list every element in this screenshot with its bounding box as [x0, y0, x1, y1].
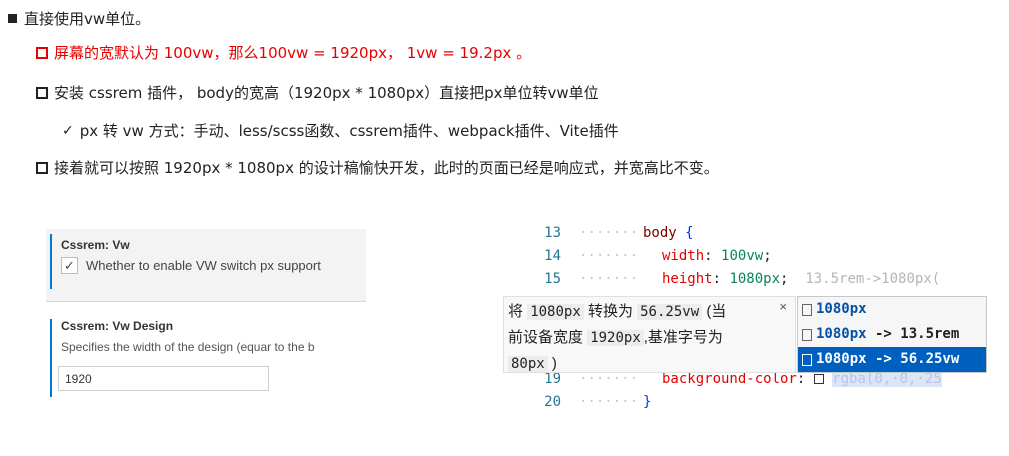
- cssrem-settings-panel: Cssrem: Vw ✓ Whether to enable VW switch…: [46, 229, 366, 401]
- bullet-2-text: 屏幕的宽默认为 100vw，那么100vw = 1920px， 1vw = 19…: [54, 44, 532, 62]
- focus-indicator-bar: [50, 234, 52, 289]
- conversion-tooltip: 将 1080px 转换为 56.25vw (当 前设备宽度 1920px ,基准字…: [503, 296, 796, 373]
- snippet-icon: [802, 303, 812, 316]
- suggestion-list[interactable]: 1080px 1080px -> 13.5rem 1080px -> 56.25…: [797, 296, 987, 373]
- css-value: 1080px: [729, 271, 781, 287]
- setting-vw-checkbox[interactable]: ✓: [61, 257, 78, 274]
- tooltip-code: 1920px: [587, 330, 644, 346]
- line-number: 13: [544, 225, 561, 241]
- suggestion-label: 1080px: [816, 351, 867, 367]
- semicolon: ;: [780, 271, 789, 287]
- tooltip-code: 80px: [508, 356, 548, 372]
- focus-indicator-bar: [50, 319, 52, 397]
- bullet-1: 直接使用vw单位。: [8, 8, 150, 29]
- tooltip-text: ,基准字号为: [643, 329, 723, 346]
- bullet-3-text: 安装 cssrem 插件， body的宽高（1920px * 1080px）直接…: [54, 84, 599, 102]
- tooltip-text: 转换为: [587, 303, 633, 320]
- hollow-square-bullet-icon: [36, 161, 48, 174]
- css-property: background-color: [662, 371, 797, 387]
- unit-icon: [802, 353, 812, 366]
- suggestion-label: 1080px: [816, 326, 867, 342]
- setting-vw-checkbox-row[interactable]: ✓ Whether to enable VW switch px support: [61, 257, 321, 274]
- css-value: rgba(0,·0,·25: [832, 371, 942, 387]
- bullet-5: 接着就可以按照 1920px * 1080px 的设计稿愉快开发，此时的页面已经…: [36, 157, 719, 178]
- unit-icon: [802, 328, 812, 341]
- setting-vw: Cssrem: Vw ✓ Whether to enable VW switch…: [46, 229, 366, 302]
- suggestion-item[interactable]: 1080px: [798, 297, 986, 322]
- close-brace: }: [643, 394, 652, 410]
- code-line-14: 14 ······· width: 100vw;: [503, 248, 987, 271]
- line-number: 14: [544, 248, 561, 264]
- colon: :: [712, 271, 722, 287]
- tooltip-code: 56.25vw: [637, 304, 703, 320]
- suggestion-label: 1080px: [816, 301, 867, 317]
- suggestion-detail: -> 13.5rem: [866, 326, 960, 342]
- filled-square-bullet-icon: [8, 14, 17, 23]
- code-line-19: 19 ······· background-color: rgba(0,·0,·…: [503, 371, 987, 394]
- colon: :: [704, 248, 713, 264]
- css-value: 100vw: [721, 248, 764, 264]
- code-line-15: 15 ······· height: 1080px; 13.5rem->1080…: [503, 271, 987, 294]
- setting-vw-design-title: Cssrem: Vw Design: [61, 319, 174, 333]
- line-number: 20: [544, 394, 561, 410]
- bullet-3: 安装 cssrem 插件， body的宽高（1920px * 1080px）直接…: [36, 82, 599, 103]
- code-line-20: 20 ······· }: [503, 394, 987, 417]
- bullet-5-text: 接着就可以按照 1920px * 1080px 的设计稿愉快开发，此时的页面已经…: [54, 159, 719, 177]
- tooltip-text: (当: [706, 303, 727, 320]
- bullet-4: ✓ px 转 vw 方式：手动、less/scss函数、cssrem插件、web…: [62, 120, 619, 141]
- indent-guide: ·······: [579, 371, 639, 387]
- suggestion-item[interactable]: 1080px -> 13.5rem: [798, 322, 986, 347]
- checkmark-icon: ✓: [62, 122, 74, 139]
- tooltip-text: 将: [508, 303, 524, 320]
- tooltip-text: 前设备宽度: [508, 329, 584, 346]
- css-selector: body: [643, 225, 677, 241]
- setting-vw-description: Whether to enable VW switch px support: [86, 258, 321, 273]
- close-icon[interactable]: ×: [779, 299, 787, 315]
- indent-guide: ·······: [579, 271, 639, 287]
- indent-guide: ·······: [579, 225, 639, 241]
- hollow-square-bullet-icon: [36, 46, 48, 59]
- hollow-square-bullet-icon: [36, 86, 48, 99]
- vw-design-input[interactable]: 1920: [58, 366, 269, 391]
- setting-vw-title: Cssrem: Vw: [61, 238, 130, 252]
- bullet-2: 屏幕的宽默认为 100vw，那么100vw = 1920px， 1vw = 19…: [36, 42, 531, 63]
- line-number: 15: [544, 271, 561, 287]
- css-property: height: [662, 271, 713, 287]
- color-swatch-icon[interactable]: [813, 374, 824, 384]
- css-property: width: [662, 248, 705, 264]
- indent-guide: ·······: [579, 248, 639, 264]
- code-line-13: 13 ······· body {: [503, 225, 987, 248]
- setting-vw-design-description: Specifies the width of the design (equar…: [61, 340, 315, 354]
- tooltip-text: ): [551, 355, 557, 372]
- colon: :: [796, 371, 806, 387]
- inline-conversion-hint: 13.5rem->1080px(: [805, 271, 941, 287]
- bullet-1-text: 直接使用vw单位。: [24, 10, 151, 28]
- suggestion-item-selected[interactable]: 1080px -> 56.25vw: [798, 347, 986, 372]
- suggestion-detail: -> 56.25vw: [866, 351, 960, 367]
- bullet-4-text: px 转 vw 方式：手动、less/scss函数、cssrem插件、webpa…: [79, 122, 619, 140]
- indent-guide: ·······: [579, 394, 639, 410]
- semicolon: ;: [763, 248, 772, 264]
- tooltip-code: 1080px: [527, 304, 584, 320]
- setting-vw-design: Cssrem: Vw Design Specifies the width of…: [46, 309, 366, 401]
- open-brace: {: [685, 225, 694, 241]
